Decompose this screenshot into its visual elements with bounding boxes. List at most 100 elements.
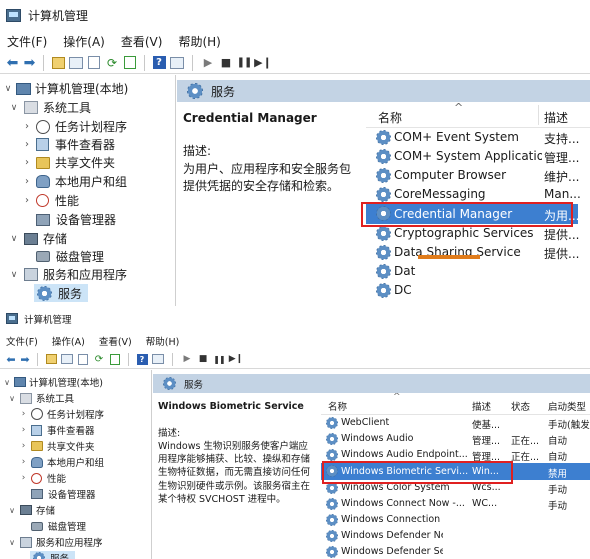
stop-service-icon[interactable]: ■ (217, 56, 235, 69)
tree-node-services-apps[interactable]: ∨ 服务和应用程序 (8, 266, 127, 283)
show-hide-tree-icon[interactable] (67, 56, 85, 69)
collapse-caret-icon[interactable]: › (19, 425, 28, 435)
table-row[interactable]: Windows Defender Se (321, 544, 590, 559)
table-row[interactable]: Windows Audio Endpoint... 管理... 正在... 自动 (321, 447, 590, 463)
tree-node-computer-management[interactable]: ∨ 计算机管理(本地) (2, 80, 129, 97)
menu-file[interactable]: 文件(F) (7, 33, 47, 50)
tree-node-device-manager[interactable]: 设备管理器 (28, 487, 96, 501)
table-row[interactable]: Cryptographic Services 提供... (366, 224, 590, 243)
expand-caret-icon[interactable]: ∨ (2, 84, 14, 94)
table-row[interactable]: Computer Browser 维护... (366, 166, 590, 185)
collapse-caret-icon[interactable]: › (22, 157, 32, 168)
menu-file[interactable]: 文件(F) (6, 334, 38, 348)
up-folder-icon[interactable] (49, 56, 67, 69)
table-row[interactable]: DC (366, 281, 590, 300)
restart-service-icon[interactable]: ▶❙ (253, 56, 273, 69)
export-list-icon[interactable] (121, 56, 139, 69)
collapse-caret-icon[interactable]: › (19, 441, 28, 451)
start-service-icon[interactable]: ▶ (199, 56, 217, 69)
tree-node-shared-folders[interactable]: › 共享文件夹 (19, 439, 95, 453)
tree-node-disk-management[interactable]: 磁盘管理 (32, 248, 104, 265)
tree-node-event-viewer[interactable]: › 事件查看器 (22, 136, 115, 153)
collapse-caret-icon[interactable]: › (22, 121, 32, 132)
stop-service-icon[interactable]: ■ (195, 354, 211, 364)
collapse-caret-icon[interactable]: › (19, 409, 28, 419)
menu-view[interactable]: 查看(V) (99, 334, 132, 348)
restart-service-icon[interactable]: ▶❙ (227, 354, 245, 364)
tree-node-performance[interactable]: › 性能 (22, 192, 79, 209)
sort-ascending-icon[interactable]: ^ (393, 393, 401, 402)
table-row[interactable]: Windows Color System Wcs... 手动 (321, 480, 590, 496)
tree-node-performance[interactable]: › 性能 (19, 471, 66, 485)
tree-node-task-scheduler[interactable]: › 任务计划程序 (22, 118, 127, 135)
refresh-icon[interactable]: ⟳ (103, 56, 121, 70)
table-row-selected[interactable]: Credential Manager 为用... (366, 204, 578, 224)
table-row[interactable]: COM+ System Application 管理... (366, 147, 590, 166)
column-status[interactable]: 状态 (511, 399, 530, 413)
tree-node-computer-management[interactable]: ∨ 计算机管理(本地) (2, 375, 103, 389)
tree-node-local-users[interactable]: › 本地用户和组 (19, 455, 104, 469)
show-hide-tree-icon[interactable] (59, 354, 75, 364)
tree-node-system-tools[interactable]: ∨ 系统工具 (7, 391, 74, 405)
expand-caret-icon[interactable]: ∨ (7, 538, 17, 547)
tree-node-disk-management[interactable]: 磁盘管理 (28, 519, 86, 533)
pause-service-icon[interactable]: ❚❚ (235, 57, 253, 68)
forward-arrow-icon[interactable]: ➡ (21, 55, 38, 71)
menu-action[interactable]: 操作(A) (52, 334, 85, 348)
sort-ascending-icon[interactable]: ^ (454, 102, 463, 114)
help-icon[interactable]: ? (150, 56, 168, 69)
back-arrow-icon[interactable]: ⬅ (4, 55, 21, 71)
back-arrow-icon[interactable]: ⬅ (4, 353, 18, 366)
menu-view[interactable]: 查看(V) (121, 33, 163, 50)
refresh-icon[interactable]: ⟳ (91, 354, 107, 365)
forward-arrow-icon[interactable]: ➡ (18, 353, 32, 366)
tree-node-shared-folders[interactable]: › 共享文件夹 (22, 154, 115, 171)
expand-caret-icon[interactable]: ∨ (2, 378, 12, 387)
menu-help[interactable]: 帮助(H) (146, 334, 180, 348)
table-row[interactable]: Data Sharing Service 提供... (366, 243, 590, 262)
start-service-icon[interactable]: ▶ (179, 354, 195, 364)
table-row[interactable]: CoreMessaging Man... (366, 185, 590, 204)
tree-node-storage[interactable]: ∨ 存储 (8, 230, 67, 247)
expand-caret-icon[interactable]: ∨ (8, 234, 20, 244)
properties-icon[interactable] (85, 56, 103, 69)
column-description[interactable]: 描述 (472, 399, 491, 413)
tree-node-event-viewer[interactable]: › 事件查看器 (19, 423, 95, 437)
table-row-selected[interactable]: Windows Biometric Servi... Win... 禁用 (321, 463, 590, 480)
table-row[interactable]: Windows Defender Ne (321, 528, 590, 544)
table-row[interactable]: Windows Connection M (321, 512, 590, 528)
tree-node-local-users[interactable]: › 本地用户和组 (22, 173, 127, 190)
console-view-icon[interactable] (168, 56, 186, 69)
tree-node-storage[interactable]: ∨ 存储 (7, 503, 55, 517)
menu-action[interactable]: 操作(A) (63, 33, 105, 50)
column-description[interactable]: 描述 (544, 109, 568, 126)
tree-node-device-manager[interactable]: 设备管理器 (32, 211, 116, 228)
tree-node-system-tools[interactable]: ∨ 系统工具 (8, 99, 91, 116)
export-list-icon[interactable] (107, 353, 123, 365)
table-row[interactable]: Windows Connect Now -... WC... 手动 (321, 496, 590, 512)
collapse-caret-icon[interactable]: › (22, 176, 32, 187)
tree-node-services[interactable]: 服务 (30, 551, 76, 559)
tree-node-task-scheduler[interactable]: › 任务计划程序 (19, 407, 104, 421)
table-row[interactable]: WebClient 使基... 手动(触发 (321, 415, 590, 431)
up-folder-icon[interactable] (43, 354, 59, 364)
expand-caret-icon[interactable]: ∨ (8, 103, 20, 113)
collapse-caret-icon[interactable]: › (22, 195, 32, 206)
tree-node-services[interactable]: 服务 (34, 284, 89, 302)
table-row[interactable]: COM+ Event System 支持... (366, 128, 590, 147)
collapse-caret-icon[interactable]: › (22, 139, 32, 150)
column-name[interactable]: 名称 (328, 399, 347, 413)
table-row[interactable]: Dat (366, 262, 590, 281)
column-startup-type[interactable]: 启动类型 (548, 399, 586, 413)
help-icon[interactable]: ? (134, 353, 150, 365)
expand-caret-icon[interactable]: ∨ (7, 394, 17, 403)
menu-help[interactable]: 帮助(H) (178, 33, 220, 50)
collapse-caret-icon[interactable]: › (19, 473, 28, 483)
properties-icon[interactable] (75, 353, 91, 365)
console-view-icon[interactable] (150, 354, 166, 364)
expand-caret-icon[interactable]: ∨ (7, 506, 17, 515)
table-row[interactable]: Windows Audio 管理... 正在... 自动 (321, 431, 590, 447)
collapse-caret-icon[interactable]: › (19, 457, 28, 467)
expand-caret-icon[interactable]: ∨ (8, 270, 20, 280)
tree-node-services-apps[interactable]: ∨ 服务和应用程序 (7, 535, 103, 549)
